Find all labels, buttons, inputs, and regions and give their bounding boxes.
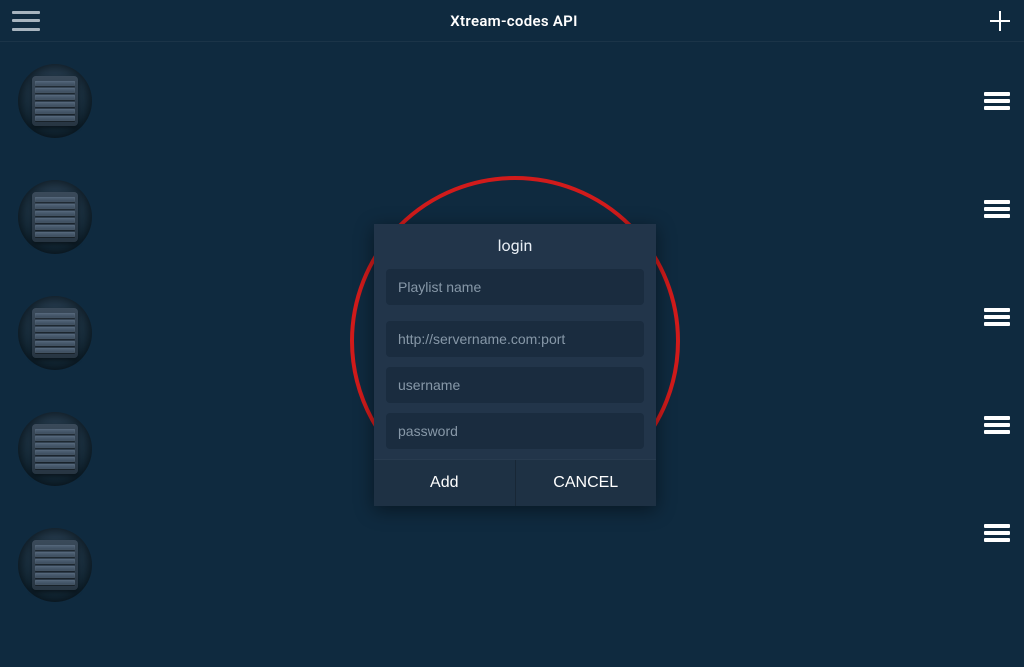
app-header: Xtream-codes API bbox=[0, 0, 1024, 42]
page-title: Xtream-codes API bbox=[450, 12, 577, 30]
content-area: login Add CANCEL bbox=[0, 42, 1024, 667]
server-item[interactable] bbox=[18, 64, 92, 138]
row-menu-icon[interactable] bbox=[984, 308, 1010, 326]
add-icon[interactable] bbox=[988, 9, 1012, 33]
row-menu-icon[interactable] bbox=[984, 416, 1010, 434]
dialog-actions: Add CANCEL bbox=[374, 459, 656, 506]
cancel-button[interactable]: CANCEL bbox=[516, 460, 657, 506]
hamburger-menu-icon[interactable] bbox=[12, 11, 40, 31]
row-menu-icon[interactable] bbox=[984, 200, 1010, 218]
server-item[interactable] bbox=[18, 180, 92, 254]
add-button[interactable]: Add bbox=[374, 460, 516, 506]
dialog-title: login bbox=[374, 224, 656, 269]
password-input[interactable] bbox=[386, 413, 644, 449]
row-menu-icon[interactable] bbox=[984, 92, 1010, 110]
server-list bbox=[18, 64, 92, 602]
server-url-input[interactable] bbox=[386, 321, 644, 357]
row-menu-list bbox=[984, 92, 1010, 542]
login-dialog: login Add CANCEL bbox=[374, 224, 656, 506]
dialog-body bbox=[374, 269, 656, 459]
server-rack-icon bbox=[32, 424, 78, 474]
server-rack-icon bbox=[32, 76, 78, 126]
server-rack-icon bbox=[32, 308, 78, 358]
server-item[interactable] bbox=[18, 528, 92, 602]
server-item[interactable] bbox=[18, 412, 92, 486]
playlist-name-input[interactable] bbox=[386, 269, 644, 305]
server-rack-icon bbox=[32, 540, 78, 590]
server-item[interactable] bbox=[18, 296, 92, 370]
username-input[interactable] bbox=[386, 367, 644, 403]
row-menu-icon[interactable] bbox=[984, 524, 1010, 542]
server-rack-icon bbox=[32, 192, 78, 242]
